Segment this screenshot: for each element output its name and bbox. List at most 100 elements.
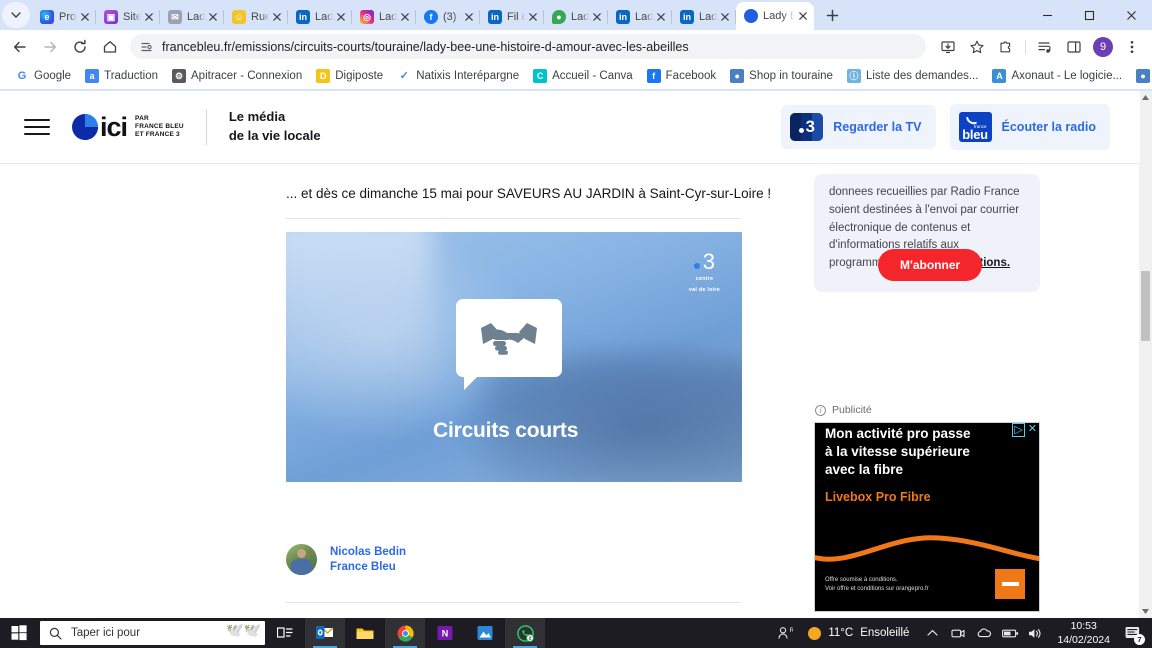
browser-tab[interactable]: Lady B	[736, 2, 814, 30]
close-window-button[interactable]	[1110, 0, 1152, 30]
close-tab-button[interactable]	[462, 10, 476, 24]
france-bleu-sup: france	[974, 124, 987, 129]
weather-widget[interactable]: 11°C Ensoleillé	[798, 626, 919, 640]
close-tab-button[interactable]	[398, 10, 412, 24]
close-tab-button[interactable]	[718, 10, 732, 24]
install-app-button[interactable]	[934, 33, 962, 61]
article-author[interactable]: Nicolas Bedin France Bleu	[286, 544, 810, 576]
taskbar-app-chrome[interactable]	[385, 618, 425, 648]
taskbar-app-outlook[interactable]	[305, 618, 345, 648]
close-tab-button[interactable]	[796, 9, 810, 23]
profile-avatar[interactable]: 9	[1093, 36, 1113, 57]
bookmark-item[interactable]: f Facebook	[640, 65, 724, 87]
site-logo[interactable]: ici PAR FRANCE BLEU ET FRANCE 3	[72, 113, 184, 141]
close-tab-button[interactable]	[334, 10, 348, 24]
bookmark-item[interactable]: ●BeeGIS	[1129, 65, 1152, 87]
author-organisation[interactable]: France Bleu	[330, 561, 406, 573]
info-icon[interactable]: i	[815, 404, 826, 416]
chrome-menu-button[interactable]	[1118, 33, 1146, 61]
media-controls-button[interactable]	[1031, 33, 1059, 61]
doc-icon: ⓘ	[846, 68, 861, 83]
page-scrollbar[interactable]	[1139, 91, 1152, 618]
browser-tab[interactable]: ✉ Lady B	[160, 3, 224, 30]
reload-button[interactable]	[66, 33, 94, 61]
tab-search-button[interactable]	[2, 2, 30, 28]
close-icon	[209, 12, 217, 21]
bookmark-item[interactable]: A Axonaut - Le logicie...	[985, 65, 1129, 87]
browser-tab[interactable]: in Lady B	[608, 3, 672, 30]
site-settings-icon[interactable]	[140, 40, 154, 54]
france3-dot-icon	[693, 263, 700, 270]
bookmark-item[interactable]: a Traduction	[78, 65, 165, 87]
address-bar[interactable]: francebleu.fr/emissions/circuits-courts/…	[130, 34, 926, 59]
article-divider-top	[286, 218, 741, 220]
taskbar-app-whatsapp[interactable]: 2	[505, 618, 545, 648]
browser-tab[interactable]: in Lady B	[672, 3, 736, 30]
taskbar-app-file-explorer[interactable]	[345, 618, 385, 648]
task-view-button[interactable]	[265, 618, 305, 648]
taskbar-app-onenote[interactable]: N	[425, 618, 465, 648]
camera-icon[interactable]	[945, 618, 971, 648]
browser-tab[interactable]: ● Lady B	[544, 3, 608, 30]
browser-tab[interactable]: ☺ Rue de	[224, 3, 288, 30]
author-name[interactable]: Nicolas Bedin	[330, 546, 406, 558]
hamburger-menu-icon[interactable]	[24, 117, 50, 137]
back-button[interactable]	[6, 33, 34, 61]
battery-icon[interactable]	[997, 618, 1023, 648]
bookmark-item[interactable]: ● Shop in touraine	[723, 65, 840, 87]
new-tab-button[interactable]	[820, 3, 844, 27]
adchoices-icon[interactable]: ▷	[1012, 423, 1025, 437]
close-tab-button[interactable]	[526, 10, 540, 24]
close-tab-button[interactable]	[206, 10, 220, 24]
scroll-down-button[interactable]	[1139, 605, 1152, 618]
maximize-button[interactable]	[1068, 0, 1110, 30]
taskbar-search-box[interactable]: Taper ici pour 🕊️🕊️	[40, 621, 265, 645]
start-button[interactable]	[0, 618, 38, 648]
close-tab-button[interactable]	[590, 10, 604, 24]
bookmark-item[interactable]: G Google	[8, 65, 78, 87]
forward-button[interactable]	[36, 33, 64, 61]
home-button[interactable]	[96, 33, 124, 61]
maps-pin-icon: ●	[552, 9, 566, 24]
close-ad-icon[interactable]: ✕	[1025, 423, 1039, 437]
logo-sub-line3: ET FRANCE 3	[135, 131, 180, 139]
browser-tab[interactable]: ◎ Lady B	[352, 3, 416, 30]
close-icon	[401, 12, 409, 21]
browser-tab[interactable]: in Fil d'ac	[480, 3, 544, 30]
extensions-button[interactable]	[992, 33, 1020, 61]
listen-radio-button[interactable]: france bleu Écouter la radio	[949, 104, 1110, 150]
bookmark-item[interactable]: ⚙ Apitracer - Connexion	[165, 65, 309, 87]
scroll-up-button[interactable]	[1139, 91, 1152, 104]
close-tab-button[interactable]	[78, 10, 92, 24]
bookmark-star-button[interactable]	[963, 33, 991, 61]
bookmarks-list: G Google a Traduction ⚙ Apitracer - Connexion…	[8, 65, 1152, 87]
browser-tab[interactable]: in Lady B	[288, 3, 352, 30]
tray-overflow-button[interactable]	[919, 618, 945, 648]
volume-icon[interactable]	[1023, 618, 1049, 648]
bookmark-item[interactable]: C Accueil - Canva	[526, 65, 640, 87]
browser-tab[interactable]: f (3) Fac	[416, 3, 480, 30]
notification-center-button[interactable]: 7	[1118, 618, 1148, 648]
close-tab-button[interactable]	[654, 10, 668, 24]
people-icon[interactable]: R	[772, 618, 798, 648]
bookmark-item[interactable]: ✓ Natixis Interépargne	[390, 65, 526, 87]
minimize-button[interactable]	[1026, 0, 1068, 30]
scrollbar-thumb[interactable]	[1141, 271, 1150, 341]
taskbar-clock[interactable]: 10:53 14/02/2024	[1049, 619, 1118, 647]
advertisement-banner[interactable]: ▷ ✕ Mon activité pro passe à la vitesse …	[814, 422, 1040, 612]
bookmark-item[interactable]: ⓘ Liste des demandes...	[840, 65, 986, 87]
star-icon	[970, 40, 984, 53]
article-media-thumbnail[interactable]: 3 centre val de loire Circuits courts	[286, 232, 742, 483]
ici-icon	[744, 9, 758, 23]
side-panel-button[interactable]	[1060, 33, 1088, 61]
browser-tab[interactable]: e Projets	[32, 3, 96, 30]
bookmark-item[interactable]: D Digiposte	[309, 65, 390, 87]
subscribe-button[interactable]: M'abonner	[878, 249, 983, 281]
watch-tv-button[interactable]: 3 Regarder la TV	[781, 105, 936, 149]
close-tab-button[interactable]	[142, 10, 156, 24]
france-bleu-badge-icon: france bleu	[958, 112, 992, 142]
taskbar-app-photos[interactable]	[465, 618, 505, 648]
close-tab-button[interactable]	[270, 10, 284, 24]
onedrive-icon[interactable]	[971, 618, 997, 648]
browser-tab[interactable]: ▣ Site La	[96, 3, 160, 30]
